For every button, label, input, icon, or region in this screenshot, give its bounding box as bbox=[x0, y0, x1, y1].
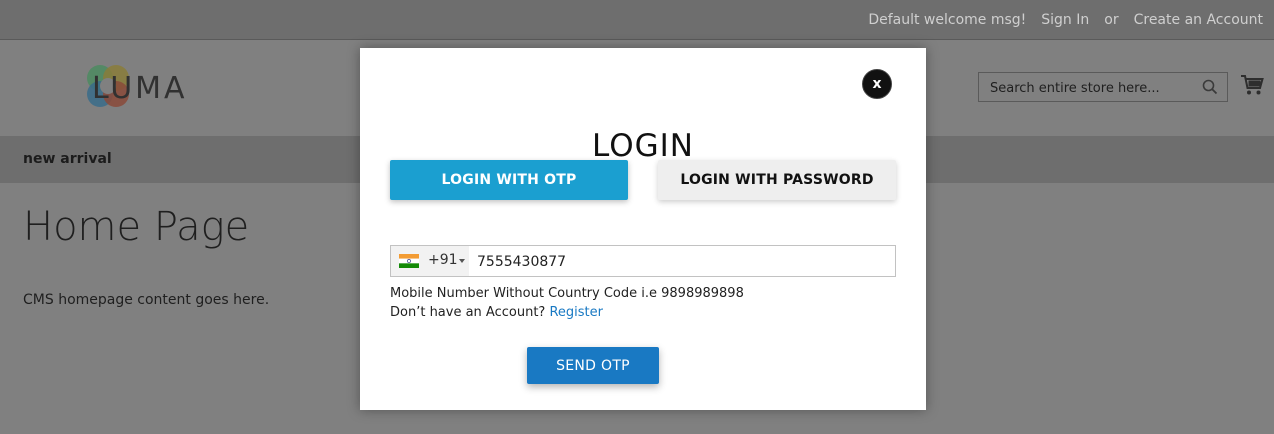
send-otp-button[interactable]: SEND OTP bbox=[527, 347, 659, 384]
country-code-select[interactable]: +91 bbox=[391, 246, 469, 276]
welcome-message: Default welcome msg! bbox=[868, 11, 1027, 28]
close-button[interactable]: x bbox=[862, 69, 892, 99]
search-icon[interactable] bbox=[1202, 79, 1218, 95]
phone-field: +91 bbox=[390, 245, 896, 278]
mobile-number-input[interactable] bbox=[475, 246, 889, 278]
dial-code: +91 bbox=[428, 252, 458, 268]
sign-in-link[interactable]: Sign In bbox=[1041, 12, 1089, 28]
register-link[interactable]: Register bbox=[549, 305, 603, 320]
india-flag-icon bbox=[399, 254, 419, 268]
top-links: Default welcome msg! Sign In or Create a… bbox=[868, 0, 1263, 39]
chevron-down-icon bbox=[459, 259, 465, 263]
nav-item-new-arrival[interactable]: new arrival bbox=[23, 151, 112, 167]
search-input[interactable] bbox=[988, 73, 1202, 103]
no-account-label: Don’t have an Account? bbox=[390, 305, 546, 320]
modal-title: LOGIN bbox=[592, 128, 694, 164]
or-separator: or bbox=[1104, 11, 1119, 28]
cms-content-text: CMS homepage content goes here. bbox=[23, 292, 270, 308]
logo-text[interactable]: LUMA bbox=[92, 71, 188, 106]
cart-icon[interactable] bbox=[1240, 73, 1264, 97]
login-with-otp-tab[interactable]: LOGIN WITH OTP bbox=[390, 160, 628, 200]
create-account-link[interactable]: Create an Account bbox=[1134, 12, 1263, 28]
no-account-text: Don’t have an Account? Register bbox=[390, 305, 603, 320]
login-modal: x LOGIN LOGIN WITH OTP LOGIN WITH PASSWO… bbox=[360, 48, 926, 410]
login-with-password-tab[interactable]: LOGIN WITH PASSWORD bbox=[658, 160, 896, 200]
mobile-hint-text: Mobile Number Without Country Code i.e 9… bbox=[390, 286, 744, 301]
page-title: Home Page bbox=[23, 204, 250, 250]
search-box[interactable] bbox=[978, 72, 1228, 103]
top-bar: Default welcome msg! Sign In or Create a… bbox=[0, 0, 1274, 40]
